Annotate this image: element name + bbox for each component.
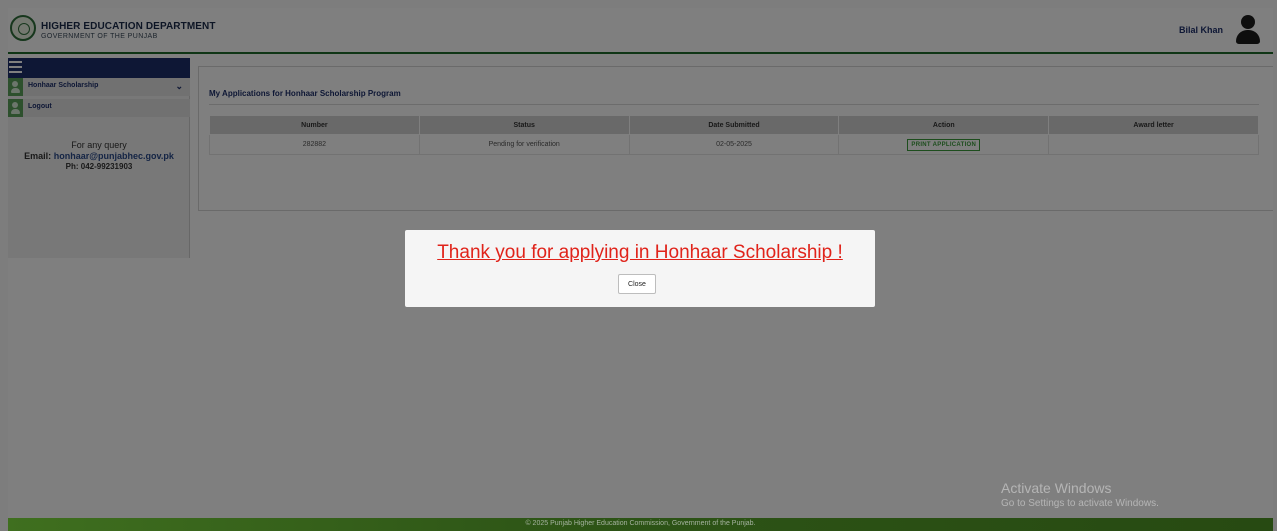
footer-copyright: © 2025 Punjab Higher Education Commissio… [525, 520, 756, 527]
browser-viewport: HIGHER EDUCATION DEPARTMENT GOVERNMENT O… [8, 8, 1273, 531]
activate-windows-title: Activate Windows [1001, 480, 1112, 496]
site-footer: © 2025 Punjab Higher Education Commissio… [8, 518, 1273, 531]
confirmation-modal: Thank you for applying in Honhaar Schola… [405, 230, 875, 307]
close-button[interactable]: Close [618, 274, 656, 294]
activate-windows-subtitle: Go to Settings to activate Windows. [1001, 498, 1159, 509]
modal-message: Thank you for applying in Honhaar Schola… [437, 242, 843, 263]
